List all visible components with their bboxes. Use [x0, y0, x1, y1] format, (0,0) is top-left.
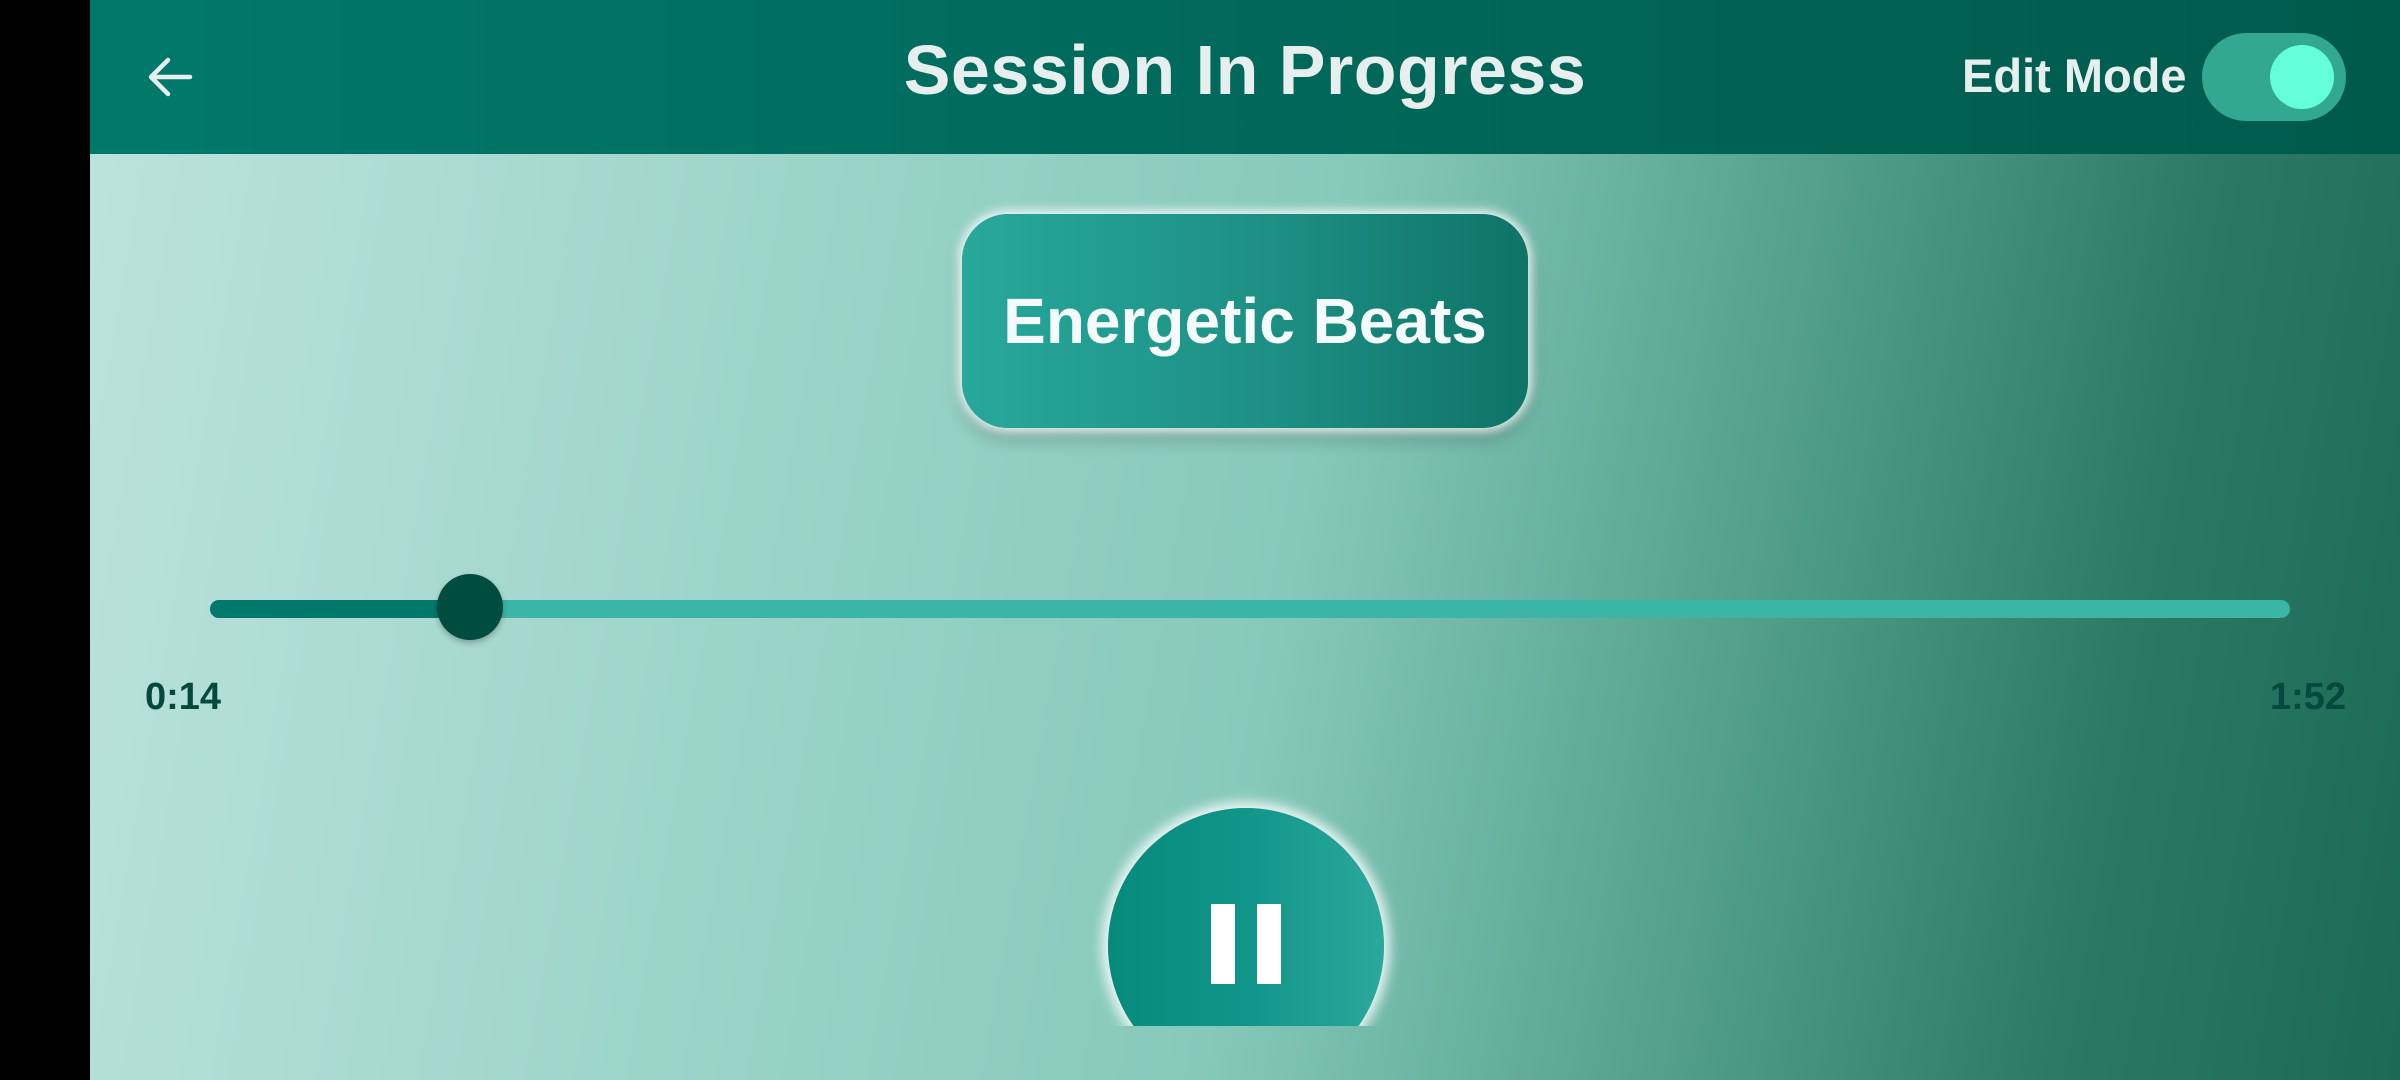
- pause-icon: [1211, 904, 1281, 984]
- slider-track: [210, 600, 2290, 618]
- system-edge: [0, 0, 90, 1080]
- edit-mode-toggle[interactable]: [2202, 33, 2346, 121]
- edit-mode-label: Edit Mode: [1962, 49, 2187, 102]
- app-bar: Session In Progress Edit Mode: [90, 0, 2400, 154]
- pause-button[interactable]: [1108, 808, 1384, 1026]
- elapsed-time: 0:14: [145, 676, 222, 718]
- progress-slider[interactable]: [210, 572, 2290, 642]
- pause-button-area: [1090, 780, 1400, 1026]
- slider-fill: [210, 600, 470, 618]
- total-time: 1:52: [2269, 676, 2346, 718]
- toggle-knob: [2270, 45, 2334, 109]
- track-card[interactable]: Energetic Beats: [962, 214, 1528, 428]
- slider-thumb[interactable]: [437, 574, 503, 640]
- session-screen: Session In Progress Edit Mode Energetic …: [90, 0, 2400, 1080]
- track-name: Energetic Beats: [1003, 285, 1487, 357]
